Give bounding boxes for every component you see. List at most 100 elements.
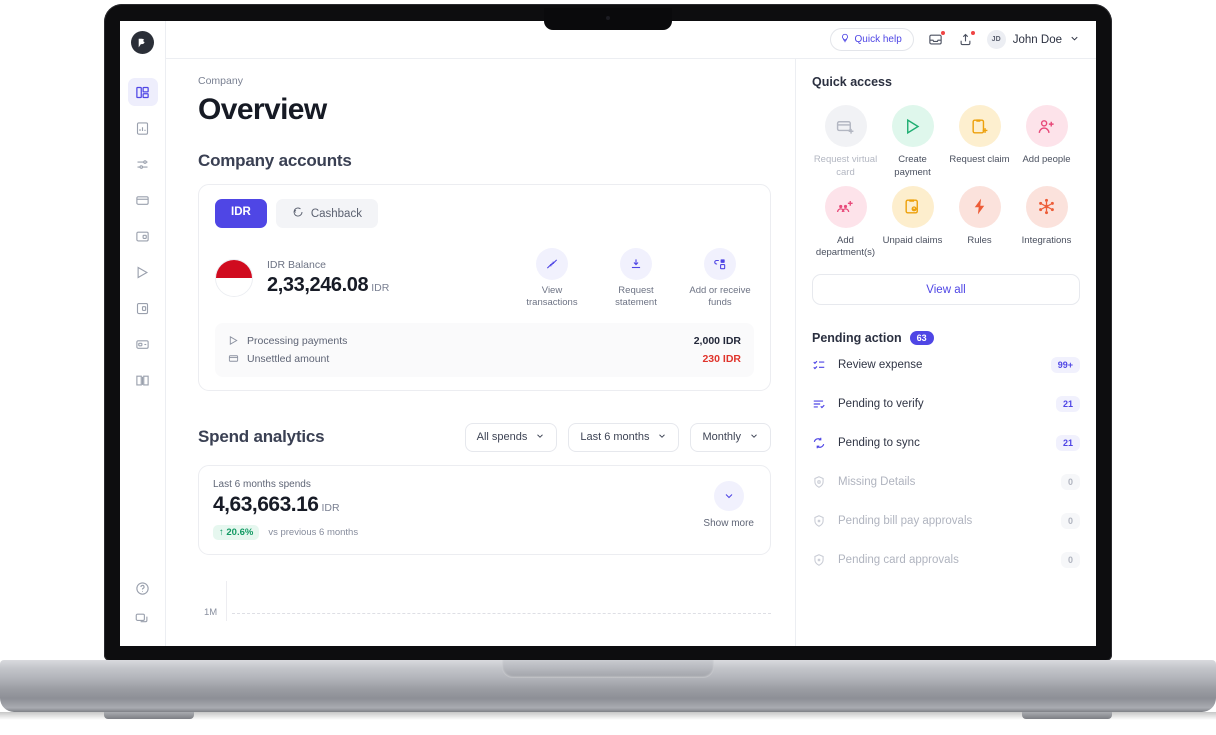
action-view-transactions[interactable]: View transactions: [518, 248, 586, 309]
tab-idr[interactable]: IDR: [215, 199, 267, 228]
spend-summary-currency: IDR: [321, 501, 340, 514]
spend-filters: All spends Last 6 months Monthly: [464, 422, 771, 452]
view-all-button[interactable]: View all: [812, 274, 1080, 306]
chevron-down-icon[interactable]: [713, 480, 744, 511]
balance-currency: IDR: [371, 282, 390, 295]
spend-analytics-title: Spend analytics: [198, 427, 325, 447]
unpaid-claim-icon: [891, 185, 934, 228]
pending-row-missing-details[interactable]: Missing Details 0: [812, 462, 1080, 501]
filter-all-spends[interactable]: All spends: [464, 422, 558, 452]
webcam: [606, 16, 610, 20]
filter-label: Last 6 months: [580, 431, 650, 444]
send-icon: [228, 335, 242, 346]
action-label: Add or receive funds: [689, 285, 751, 308]
quick-action-label: Request claim: [949, 154, 1010, 165]
action-request-statement[interactable]: Request statement: [602, 248, 670, 309]
spend-summary-text: Last 6 months spends 4,63,663.16 IDR ↑ 20…: [213, 479, 358, 540]
user-name: John Doe: [1012, 33, 1062, 46]
show-more-block[interactable]: Show more: [703, 479, 754, 529]
checklist-icon: [812, 358, 828, 372]
quick-action-unpaid-claims[interactable]: Unpaid claims: [879, 185, 946, 261]
quick-action-label: Add department(s): [815, 234, 876, 259]
quick-action-rules[interactable]: Rules: [946, 185, 1013, 261]
sidebar-item-sliders[interactable]: [128, 150, 158, 178]
bolt-icon: [958, 185, 1001, 228]
quick-help-label: Quick help: [854, 34, 902, 45]
chart-gridline: [232, 612, 771, 614]
inbox-icon[interactable]: [927, 30, 946, 48]
sidebar-item-bills[interactable]: [128, 330, 158, 358]
sidebar-item-payments[interactable]: [128, 258, 158, 286]
integrations-icon: [1025, 185, 1068, 228]
shield-icon: [812, 475, 828, 489]
pending-row-pending-to-sync[interactable]: Pending to sync 21: [812, 423, 1080, 462]
sidebar-item-ledger[interactable]: [128, 366, 158, 394]
laptop-lid: Quick help JD John Doe Company Overview …: [104, 4, 1112, 661]
inbox-badge-dot: [939, 30, 946, 36]
main-content: Company Overview Company accounts IDR Ca…: [166, 59, 796, 646]
volopay-logo[interactable]: [131, 31, 154, 54]
pending-row-label: Missing Details: [838, 475, 916, 488]
pending-row-label: Pending to sync: [838, 436, 920, 449]
avatar: JD: [986, 30, 1006, 49]
spend-delta-note: vs previous 6 months: [268, 526, 359, 538]
shield-icon: [812, 514, 828, 528]
transactions-icon: [536, 248, 568, 280]
upload-icon[interactable]: [957, 30, 976, 48]
sidebar-item-analytics[interactable]: [128, 114, 158, 142]
chevron-down-icon: [749, 431, 759, 444]
add-person-icon: [1025, 105, 1068, 147]
pending-action-title: Pending action: [812, 331, 902, 346]
quick-action-request-virtual-card[interactable]: Request virtual card: [812, 105, 879, 180]
sidebar: [120, 21, 166, 646]
quick-help-button[interactable]: Quick help: [829, 28, 914, 51]
pending-row-label: Pending card approvals: [838, 553, 959, 566]
quick-action-request-claim[interactable]: Request claim: [946, 105, 1013, 180]
pending-row-card-approvals[interactable]: Pending card approvals 0: [812, 540, 1080, 579]
chart-y-axis: [226, 580, 227, 621]
laptop-notch: [544, 8, 672, 30]
tab-cashback-label: Cashback: [310, 207, 362, 220]
action-label: Request statement: [615, 285, 657, 308]
user-menu[interactable]: JD John Doe: [986, 30, 1080, 49]
quick-action-add-people[interactable]: Add people: [1013, 105, 1080, 180]
account-sub-rows: Processing payments 2,000 IDR Unsettled …: [215, 322, 754, 377]
pending-row-value: 21: [1055, 434, 1080, 451]
laptop-screen: Quick help JD John Doe Company Overview …: [120, 21, 1096, 646]
pending-row-label: Review expense: [838, 358, 923, 371]
sidebar-item-help[interactable]: [128, 574, 158, 602]
quick-action-integrations[interactable]: Integrations: [1013, 185, 1080, 261]
filter-period[interactable]: Last 6 months: [568, 422, 680, 452]
quick-action-label: Create payment: [894, 154, 931, 178]
account-tabs: IDR Cashback: [215, 199, 754, 228]
app-window: Quick help JD John Doe Company Overview …: [120, 21, 1096, 646]
pending-row-pending-to-verify[interactable]: Pending to verify 21: [812, 384, 1080, 423]
pending-action-header: Pending action 63: [812, 331, 1080, 346]
laptop-foot-left: [104, 712, 194, 719]
filter-label: All spends: [476, 431, 528, 444]
quick-action-add-department[interactable]: Add department(s): [812, 185, 879, 261]
action-add-receive-funds[interactable]: Add or receive funds: [686, 248, 754, 309]
sub-row-processing: Processing payments 2,000 IDR: [228, 332, 741, 350]
quick-action-create-payment[interactable]: Create payment: [879, 105, 946, 180]
pending-action-count: 63: [909, 331, 934, 346]
sub-row-label: Processing payments: [247, 334, 348, 347]
pending-row-review-expense[interactable]: Review expense 99+: [812, 345, 1080, 384]
filter-label: Monthly: [702, 431, 741, 444]
sub-row-value: 230 IDR: [702, 352, 741, 365]
quick-action-label: Add people: [1022, 154, 1071, 165]
filter-granularity[interactable]: Monthly: [690, 422, 771, 452]
right-panel: Quick access Request virtual card Create…: [796, 59, 1096, 646]
sub-row-label: Unsettled amount: [247, 352, 330, 365]
sidebar-item-receipts[interactable]: [128, 294, 158, 322]
sidebar-item-wallet[interactable]: [128, 222, 158, 250]
pending-row-bill-pay-approvals[interactable]: Pending bill pay approvals 0: [812, 501, 1080, 540]
balance-amount-wrap: 2,33,246.08 IDR: [267, 274, 389, 297]
tab-cashback[interactable]: Cashback: [275, 199, 378, 228]
account-actions: View transactions Request statement Add …: [518, 248, 754, 309]
sidebar-item-dashboard[interactable]: [127, 78, 158, 106]
sidebar-item-cards[interactable]: [128, 186, 158, 214]
quick-action-label: Request virtual card: [813, 154, 878, 178]
spend-chart: 1M: [198, 580, 771, 621]
sidebar-item-chat[interactable]: [128, 610, 158, 638]
